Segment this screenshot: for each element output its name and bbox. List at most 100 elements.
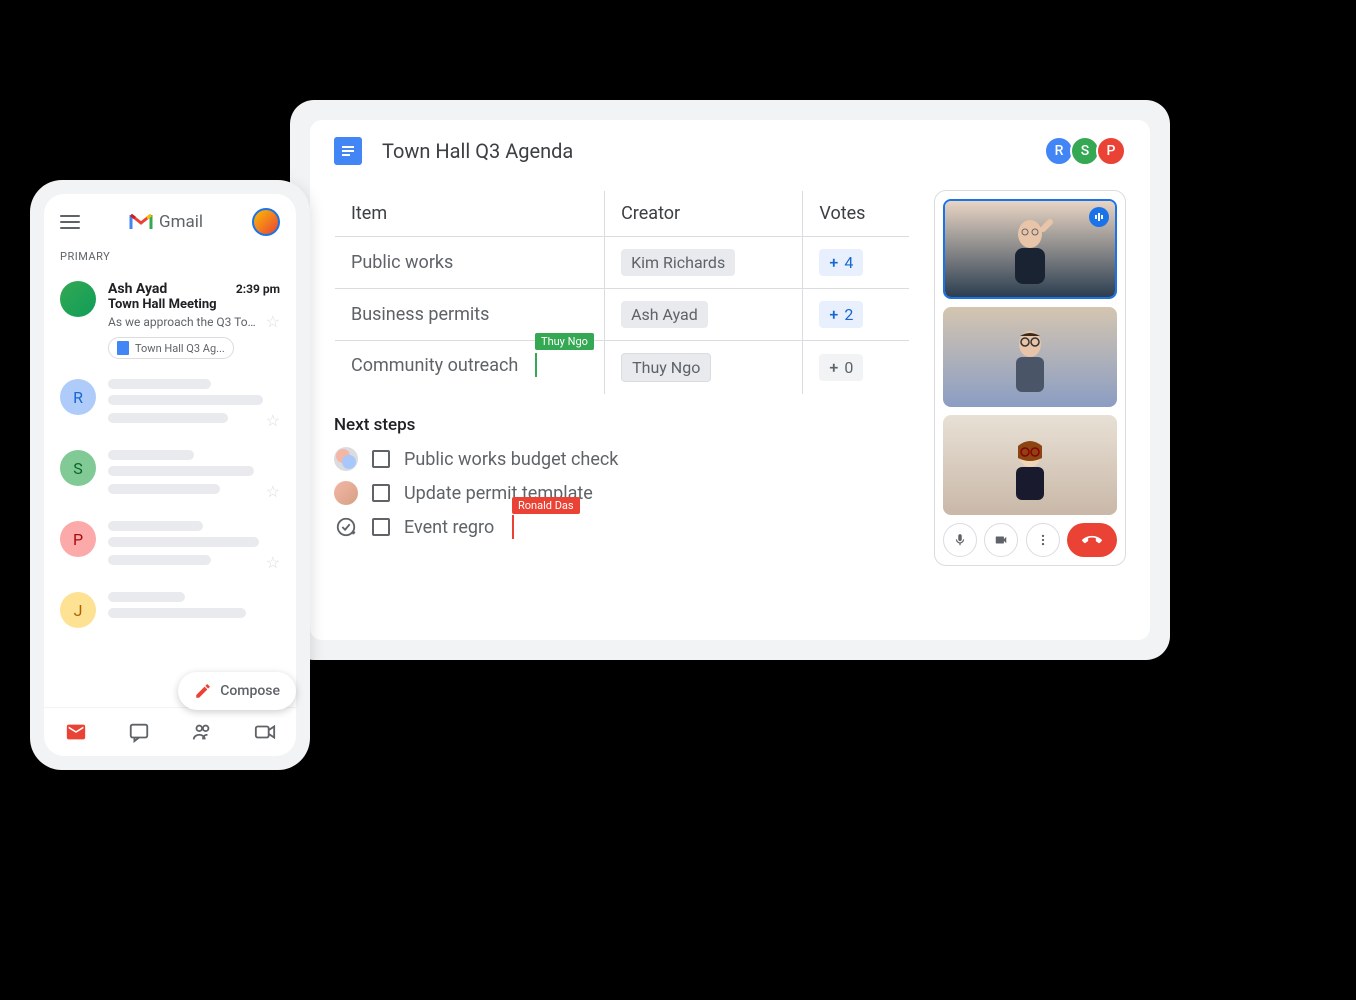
compose-label: Compose	[220, 683, 280, 699]
video-tile[interactable]	[943, 199, 1117, 299]
checkbox[interactable]	[372, 450, 390, 468]
email-item-placeholder[interactable]: P ☆	[44, 511, 296, 582]
attachment-chip[interactable]: Town Hall Q3 Ag...	[108, 337, 234, 359]
step-label[interactable]: Public works budget check	[404, 449, 618, 470]
star-icon[interactable]: ☆	[266, 411, 280, 430]
app-name: Gmail	[159, 212, 203, 232]
meet-sidebar	[934, 190, 1126, 566]
table-header-item: Item	[335, 191, 605, 237]
email-item-placeholder[interactable]: J	[44, 582, 296, 638]
step-row: Update permit template	[334, 481, 910, 505]
table-row: Public works Kim Richards +4	[335, 237, 910, 289]
doc-title[interactable]: Town Hall Q3 Agenda	[382, 139, 1048, 163]
phone-device: Gmail PRIMARY Ash Ayad 2:39 pm Town Hall…	[30, 180, 310, 770]
email-item[interactable]: Ash Ayad 2:39 pm Town Hall Meeting As we…	[44, 271, 296, 369]
skeleton	[108, 413, 228, 423]
doc-header: Town Hall Q3 Agenda R S P	[334, 136, 1126, 166]
collaborator-list: R S P	[1048, 136, 1126, 166]
sender-avatar: J	[60, 592, 96, 628]
sender-avatar	[60, 281, 96, 317]
docs-icon[interactable]	[334, 137, 362, 165]
creator-chip[interactable]: Thuy Ngo	[621, 353, 711, 382]
cursor-label: Ronald Das	[512, 497, 580, 514]
gmail-app: Gmail PRIMARY Ash Ayad 2:39 pm Town Hall…	[44, 194, 296, 756]
star-icon[interactable]: ☆	[266, 482, 280, 501]
skeleton	[108, 379, 211, 389]
mail-tab-icon[interactable]	[64, 720, 88, 744]
assignee-avatar-group[interactable]	[334, 447, 358, 471]
sender-avatar: R	[60, 379, 96, 415]
profile-avatar[interactable]	[252, 208, 280, 236]
skeleton	[108, 450, 194, 460]
menu-icon[interactable]	[60, 215, 80, 229]
inbox-section-label: PRIMARY	[44, 250, 296, 263]
item-cell[interactable]: Community outreach	[351, 355, 518, 376]
plus-icon: +	[829, 358, 838, 377]
collaborator-badge[interactable]: P	[1096, 136, 1126, 166]
assign-icon[interactable]	[334, 515, 358, 539]
bottom-nav	[44, 707, 296, 756]
star-icon[interactable]: ☆	[266, 553, 280, 572]
agenda-table[interactable]: Item Creator Votes Public works Kim Rich…	[334, 190, 910, 395]
mic-button[interactable]	[943, 523, 977, 557]
email-item-placeholder[interactable]: R ☆	[44, 369, 296, 440]
vote-chip[interactable]: +4	[819, 249, 863, 276]
meet-controls	[943, 523, 1117, 557]
checkbox[interactable]	[372, 484, 390, 502]
email-sender: Ash Ayad	[108, 281, 167, 297]
speaking-indicator-icon	[1089, 207, 1109, 227]
item-cell[interactable]: Public works	[335, 237, 605, 289]
table-row: Business permits Ash Ayad +2	[335, 289, 910, 341]
collaborator-cursor	[512, 515, 514, 539]
skeleton	[108, 555, 211, 565]
skeleton	[108, 521, 203, 531]
plus-icon: +	[829, 305, 838, 324]
sender-avatar: S	[60, 450, 96, 486]
table-row: Community outreach Thuy Ngo Thuy Ngo +0	[335, 341, 910, 395]
cursor-label: Thuy Ngo	[535, 333, 594, 350]
skeleton	[108, 537, 259, 547]
creator-chip[interactable]: Kim Richards	[621, 249, 735, 276]
video-tile[interactable]	[943, 307, 1117, 407]
table-header-creator: Creator	[605, 191, 803, 237]
creator-chip[interactable]: Ash Ayad	[621, 301, 708, 328]
docs-app: Town Hall Q3 Agenda R S P Item Creator V…	[310, 120, 1150, 640]
gmail-header: Gmail	[44, 194, 296, 250]
next-steps-heading: Next steps	[334, 415, 910, 435]
compose-button[interactable]: Compose	[178, 672, 296, 710]
email-item-placeholder[interactable]: S ☆	[44, 440, 296, 511]
hangup-button[interactable]	[1067, 523, 1117, 557]
spaces-tab-icon[interactable]	[190, 720, 214, 744]
meet-tab-icon[interactable]	[253, 720, 277, 744]
next-steps-section: Next steps Public works budget check Upd…	[334, 415, 910, 539]
star-icon[interactable]: ☆	[266, 312, 280, 331]
assignee-avatar[interactable]	[334, 481, 358, 505]
doc-content[interactable]: Item Creator Votes Public works Kim Rich…	[334, 190, 910, 566]
laptop-device: Town Hall Q3 Agenda R S P Item Creator V…	[290, 100, 1170, 660]
camera-button[interactable]	[984, 523, 1018, 557]
step-label[interactable]: Event regro	[404, 517, 494, 538]
collaborator-cursor	[535, 353, 537, 377]
sender-avatar: P	[60, 521, 96, 557]
plus-icon: +	[829, 253, 838, 272]
gmail-icon	[129, 213, 153, 231]
skeleton	[108, 466, 254, 476]
checkbox[interactable]	[372, 518, 390, 536]
chat-tab-icon[interactable]	[127, 720, 151, 744]
video-tile[interactable]	[943, 415, 1117, 515]
email-time: 2:39 pm	[236, 282, 280, 296]
vote-chip[interactable]: +0	[819, 354, 863, 381]
email-subject: Town Hall Meeting	[108, 297, 280, 312]
gmail-logo: Gmail	[129, 212, 203, 232]
more-options-button[interactable]	[1026, 523, 1060, 557]
docs-mini-icon	[117, 341, 129, 355]
step-row: Event regro Ronald Das	[334, 515, 910, 539]
skeleton	[108, 592, 185, 602]
attachment-name: Town Hall Q3 Ag...	[135, 342, 225, 355]
skeleton	[108, 608, 246, 618]
email-preview: As we approach the Q3 Town Ha...	[108, 315, 260, 329]
step-row: Public works budget check	[334, 447, 910, 471]
skeleton	[108, 484, 220, 494]
skeleton	[108, 395, 263, 405]
vote-chip[interactable]: +2	[819, 301, 863, 328]
